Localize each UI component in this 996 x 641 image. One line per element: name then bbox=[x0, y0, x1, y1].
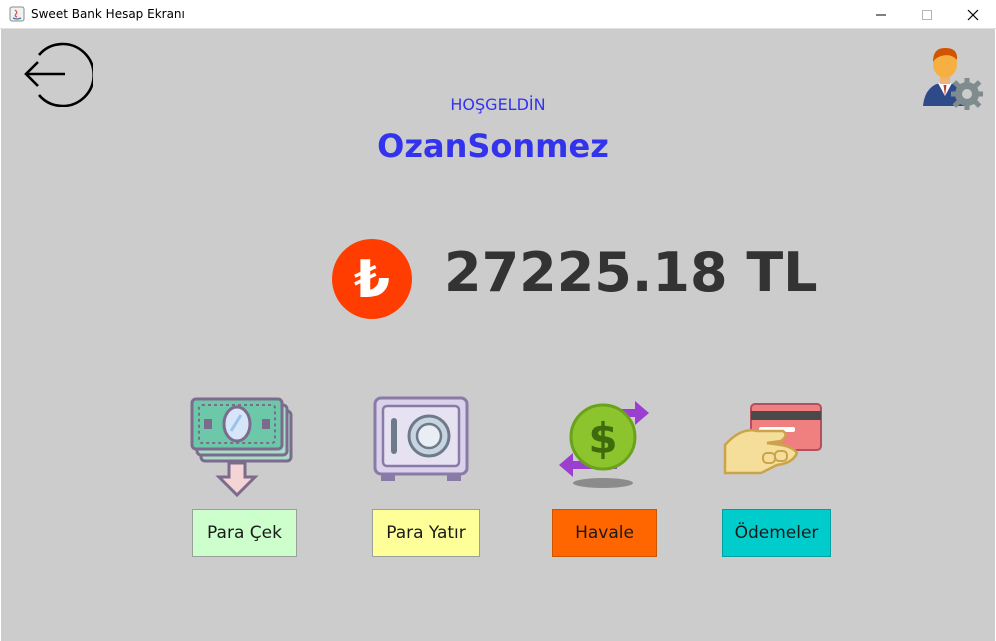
cash-withdraw-icon[interactable] bbox=[189, 397, 297, 501]
close-icon bbox=[967, 9, 979, 20]
window-title: Sweet Bank Hesap Ekranı bbox=[31, 7, 185, 21]
svg-text:$: $ bbox=[588, 414, 617, 463]
money-transfer-icon[interactable]: $ bbox=[557, 399, 651, 491]
close-button[interactable] bbox=[950, 0, 996, 29]
payments-button[interactable]: Ödemeler bbox=[722, 509, 831, 557]
username-label: OzanSonmez bbox=[377, 127, 609, 165]
account-screen: HOŞGELDİN OzanSonmez ₺ 27225.18 TL $ Par… bbox=[1, 29, 995, 641]
minimize-icon bbox=[876, 14, 886, 15]
withdraw-button[interactable]: Para Çek bbox=[192, 509, 297, 557]
balance-amount: 27225.18 TL bbox=[444, 241, 818, 304]
transfer-button[interactable]: Havale bbox=[552, 509, 657, 557]
lira-symbol: ₺ bbox=[354, 250, 390, 310]
java-app-icon bbox=[9, 6, 25, 22]
minimize-button[interactable] bbox=[858, 0, 904, 29]
welcome-label: HOŞGELDİN bbox=[450, 95, 546, 114]
maximize-icon bbox=[922, 9, 932, 20]
maximize-button[interactable] bbox=[904, 0, 950, 29]
window-titlebar: Sweet Bank Hesap Ekranı bbox=[0, 0, 996, 29]
deposit-button[interactable]: Para Yatır bbox=[372, 509, 480, 557]
safe-icon[interactable] bbox=[371, 396, 475, 484]
turkish-lira-icon: ₺ bbox=[332, 239, 412, 319]
card-payment-icon[interactable] bbox=[723, 401, 825, 479]
